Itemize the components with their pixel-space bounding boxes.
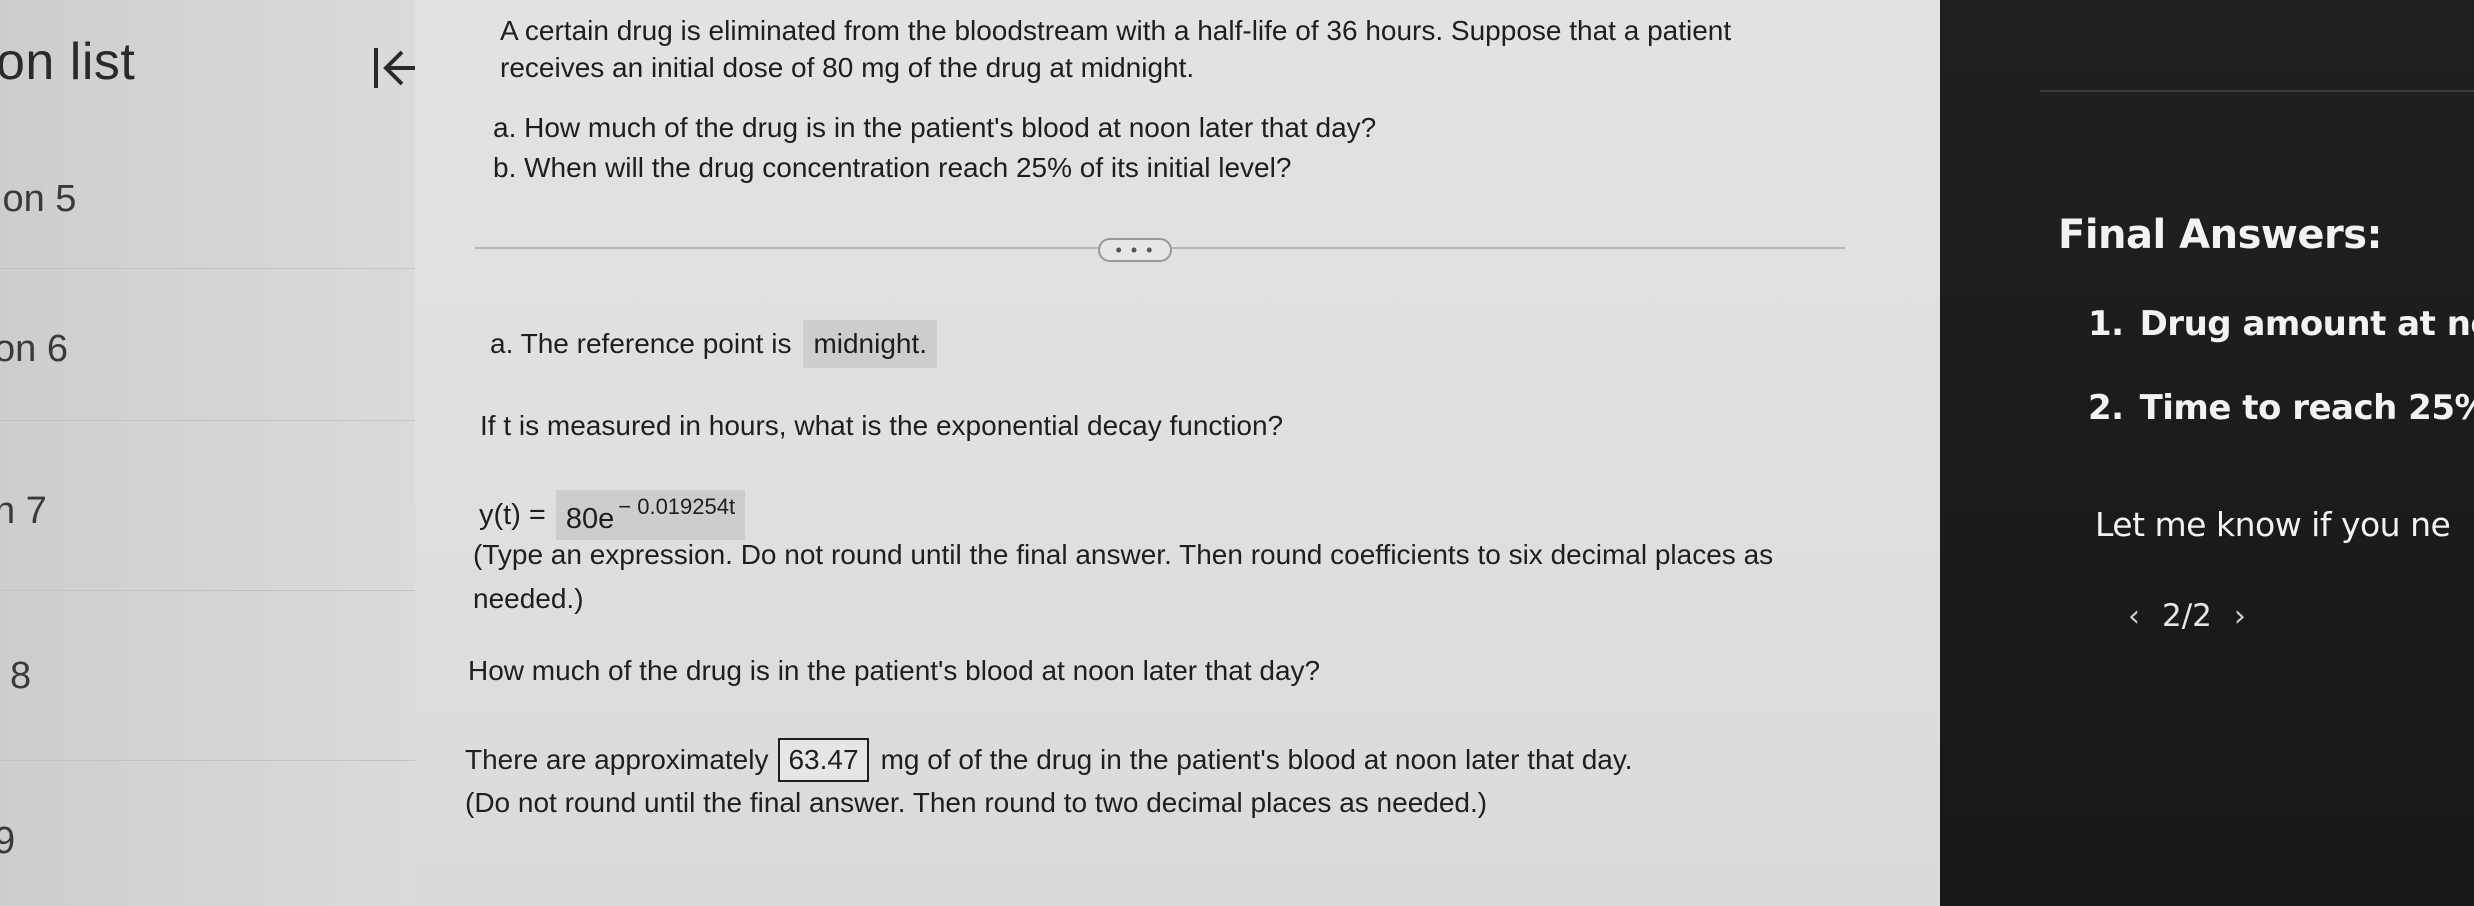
sidebar-divider [0,760,415,761]
screen: on list ion 5 on 6 n 7 8 9 A certain dru… [0,0,2474,906]
problem-part-a: a. How much of the drug is in the patien… [493,112,1377,143]
noon-amount-question: How much of the drug is in the patient's… [468,655,1321,686]
problem-part-b: b. When will the drug concentration reac… [493,152,1292,183]
reference-point-value[interactable]: midnight. [803,320,938,368]
final-answer-item: 1. Drug amount at no [2088,304,2474,344]
sidebar-item-question-8[interactable]: 8 [10,655,31,698]
sidebar-item-question-9[interactable]: 9 [0,820,15,863]
more-button[interactable]: • • • [1098,238,1172,262]
noon-amount-input[interactable]: 63.47 [778,738,869,782]
answer-suffix: mg of of the drug in the patient's blood… [880,744,1633,775]
sidebar-divider [0,590,415,591]
reference-point-answer: a. The reference point is midnight. [490,320,938,368]
answer-prefix: There are approximately [465,744,769,775]
followup-message: Let me know if you ne [2095,505,2451,544]
next-response-icon[interactable]: › [2226,599,2254,634]
pager-count: 2/2 [2162,598,2212,634]
problem-statement: A certain drug is eliminated from the bl… [500,15,1732,83]
final-answer-label: Time to reach 25% [2139,388,2474,428]
rounding-instructions: (Do not round until the final answer. Th… [465,787,1488,818]
sidebar-item-question-6[interactable]: on 6 [0,328,68,371]
response-pager: ‹ 2/2 › [2120,598,2254,634]
final-answer-number: 1. [2088,304,2124,344]
sidebar-divider [0,268,415,269]
problem-parts: a. How much of the drug is in the patien… [493,108,1376,188]
formula-lhs: y(t) = [479,498,546,531]
final-answer-item: 2. Time to reach 25% [2088,388,2474,428]
final-answer-label: Drug amount at no [2139,304,2474,344]
assistant-chat-panel: Final Answers: 1. Drug amount at no 2. Tim… [1940,0,2474,906]
problem-panel: A certain drug is eliminated from the bl… [415,0,1940,906]
formula-instructions: (Type an expression. Do not round until … [473,539,1774,614]
sidebar-item-question-5[interactable]: ion 5 [0,178,76,221]
sidebar-title: on list [0,33,136,91]
chat-divider [2040,90,2474,92]
final-answer-number: 2. [2088,388,2124,428]
previous-response-icon[interactable]: ‹ [2120,599,2148,634]
decay-function-question: If t is measured in hours, what is the e… [480,410,1284,441]
question-list-sidebar: on list ion 5 on 6 n 7 8 9 [0,0,424,906]
reference-point-label: a. The reference point is [490,328,792,359]
noon-amount-answer: There are approximately 63.47 mg of of t… [465,738,1633,782]
formula-exponent: − 0.019254t [618,494,736,519]
formula-coefficient: 80e [565,503,615,535]
sidebar-divider [0,420,415,421]
final-answers-heading: Final Answers: [2058,212,2383,258]
sidebar-item-question-7[interactable]: n 7 [0,490,47,533]
